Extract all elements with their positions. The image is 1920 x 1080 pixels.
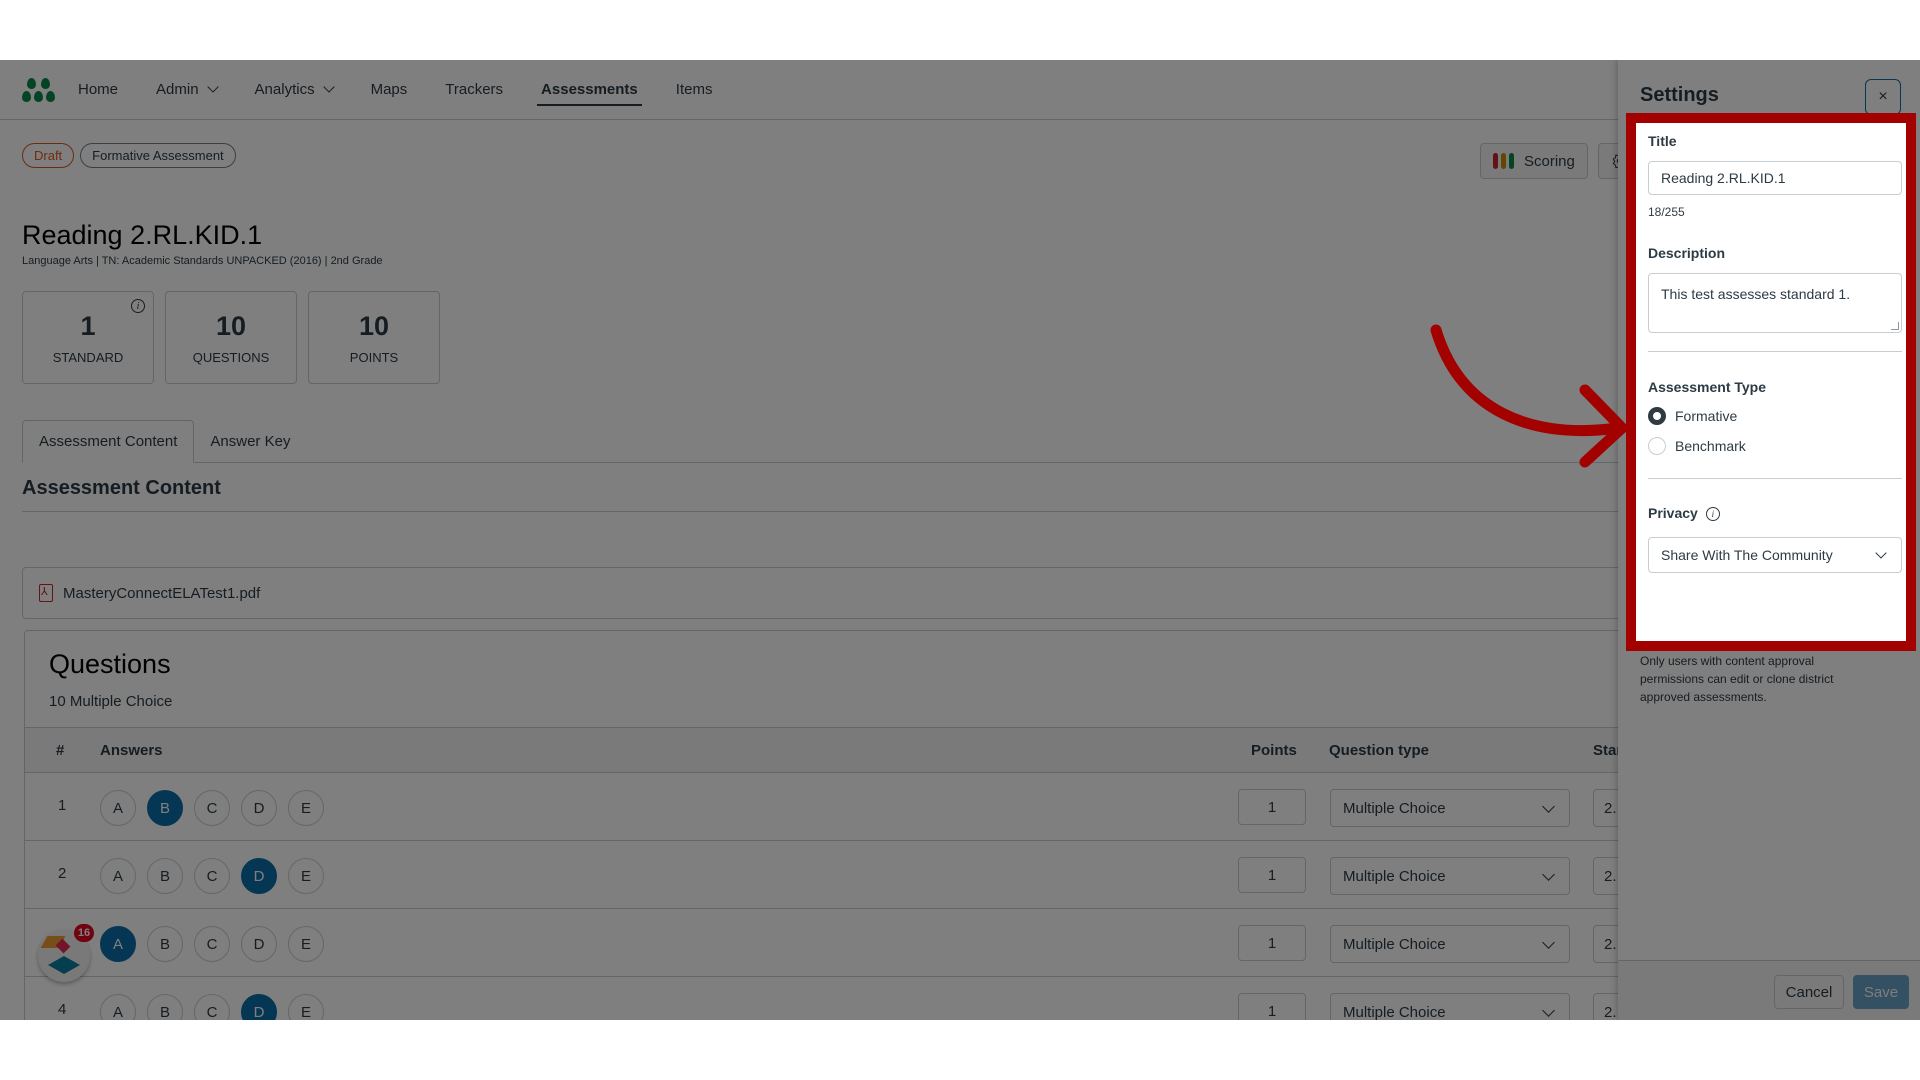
description-textarea[interactable]: This test assesses standard 1. bbox=[1648, 273, 1902, 333]
title-input[interactable]: Reading 2.RL.KID.1 bbox=[1648, 161, 1902, 195]
cancel-button[interactable]: Cancel bbox=[1774, 975, 1844, 1009]
settings-footer: Cancel Save bbox=[1618, 960, 1920, 1020]
divider bbox=[1648, 478, 1902, 479]
annotation-arrow-icon bbox=[1430, 324, 1628, 468]
app-frame: Home Admin Analytics Maps Trackers Asses… bbox=[0, 60, 1920, 1020]
district-approved-description: Only users with content approval permiss… bbox=[1640, 654, 1834, 704]
modal-overlay[interactable] bbox=[0, 60, 1618, 1020]
resize-handle-icon[interactable] bbox=[1891, 322, 1899, 330]
privacy-select[interactable]: Share With The Community bbox=[1648, 537, 1902, 573]
radio-benchmark-label: Benchmark bbox=[1675, 438, 1746, 454]
privacy-select-value: Share With The Community bbox=[1661, 547, 1833, 563]
info-icon[interactable]: i bbox=[1705, 507, 1720, 522]
title-input-value: Reading 2.RL.KID.1 bbox=[1661, 170, 1786, 186]
settings-title: Settings bbox=[1640, 84, 1719, 106]
description-value: This test assesses standard 1. bbox=[1661, 286, 1851, 302]
highlight-box: Title Reading 2.RL.KID.1 18/255 Descript… bbox=[1626, 113, 1916, 651]
chevron-down-icon bbox=[1875, 547, 1887, 559]
description-label: Description bbox=[1648, 245, 1726, 261]
privacy-label: Privacy i bbox=[1648, 505, 1720, 522]
assessment-type-label: Assessment Type bbox=[1648, 379, 1767, 395]
privacy-label-text: Privacy bbox=[1648, 505, 1698, 521]
radio-formative-label: Formative bbox=[1675, 408, 1738, 424]
divider bbox=[1648, 351, 1902, 352]
title-char-counter: 18/255 bbox=[1648, 205, 1685, 219]
close-button[interactable]: × bbox=[1865, 79, 1901, 115]
close-icon: × bbox=[1878, 88, 1888, 105]
radio-formative[interactable]: Formative bbox=[1648, 407, 1737, 425]
radio-unchecked-icon bbox=[1648, 437, 1666, 455]
save-button[interactable]: Save bbox=[1853, 975, 1909, 1009]
radio-checked-icon bbox=[1648, 407, 1666, 425]
title-label: Title bbox=[1648, 133, 1677, 149]
radio-benchmark[interactable]: Benchmark bbox=[1648, 437, 1746, 455]
